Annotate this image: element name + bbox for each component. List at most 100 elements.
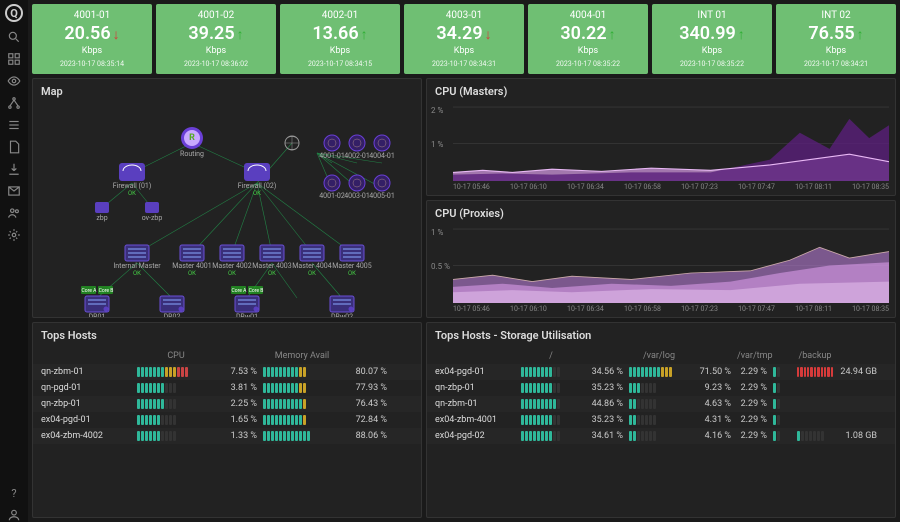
table-row[interactable]: ex04-zbm-4002 1.33 % 88.06 %	[33, 428, 421, 444]
map-body[interactable]: R Routing Firewall (01) OK Firewall (02)…	[33, 104, 421, 318]
node-db[interactable]: DB02OK	[160, 296, 184, 318]
card-unit: Kbps	[36, 46, 148, 56]
svg-text:Firewall (01): Firewall (01)	[113, 182, 152, 190]
search-icon[interactable]	[7, 30, 21, 44]
node-master[interactable]: Master 4005OK	[332, 245, 371, 277]
help-icon[interactable]: ?	[7, 486, 21, 500]
kpi-card[interactable]: 4001-01 20.56↓ Kbps 2023-10-17 08:35:14	[32, 4, 152, 74]
svg-text:Master 4005: Master 4005	[332, 262, 371, 270]
node-master[interactable]: Master 4003OK	[252, 245, 291, 277]
cpu-value: 1.65 %	[221, 415, 257, 425]
node-firewall-1[interactable]: Firewall (01) OK	[113, 163, 152, 197]
tmp-value: 2.29 %	[737, 415, 767, 425]
app-logo[interactable]: Q	[5, 4, 23, 22]
hostname: qn-zbp-01	[41, 399, 131, 409]
root-value: 35.23 %	[587, 383, 623, 393]
bar-gauge	[263, 383, 341, 393]
network-icon[interactable]	[7, 96, 21, 110]
doc-icon[interactable]	[7, 140, 21, 154]
eye-icon[interactable]	[7, 74, 21, 88]
node-zbp[interactable]: zbp	[95, 202, 109, 222]
cpu-proxies-chart[interactable]: 1 % 0.5 %	[427, 226, 895, 305]
node-circle[interactable]: 4001-02	[319, 175, 345, 200]
kpi-card[interactable]: 4004-01 30.22↑ Kbps 2023-10-17 08:35:22	[528, 4, 648, 74]
mem-value: 76.43 %	[347, 399, 387, 409]
kpi-card[interactable]: 4002-01 13.66↑ Kbps 2023-10-17 08:34:15	[280, 4, 400, 74]
svg-text:Internal Master: Internal Master	[113, 262, 161, 270]
table-row[interactable]: qn-zbm-01 44.86 % 4.63 % 2.29 %	[427, 396, 895, 412]
mail-icon[interactable]	[7, 184, 21, 198]
cpu-masters-chart[interactable]: 2 % 1 %	[427, 104, 895, 183]
svg-text:OK: OK	[188, 270, 196, 277]
node-master[interactable]: Master 4002OK	[212, 245, 251, 277]
xtick: 10-17 08:35	[852, 183, 889, 191]
node-circle[interactable]: 4001-01	[319, 135, 345, 160]
svg-text:Routing: Routing	[180, 150, 204, 158]
ytick: 0.5 %	[431, 262, 450, 271]
node-db[interactable]: DBw02OK	[330, 296, 354, 318]
svg-text:Master 4001: Master 4001	[172, 262, 211, 270]
node-circle[interactable]: 4005-01	[369, 175, 395, 200]
node-master[interactable]: Master 4001OK	[172, 245, 211, 277]
node-circle[interactable]: 4002-01	[344, 135, 370, 160]
kpi-card[interactable]: 4001-02 39.25↑ Kbps 2023-10-17 08:36:02	[156, 4, 276, 74]
table-row[interactable]: ex04-zbm-4001 35.23 % 4.31 % 2.29 %	[427, 412, 895, 428]
node-circle[interactable]: 4004-01	[369, 135, 395, 160]
download-icon[interactable]	[7, 162, 21, 176]
bar-gauge	[629, 399, 689, 409]
user-icon[interactable]	[7, 508, 21, 522]
cpu-masters-panel: CPU (Masters) 2 % 1 % 10-17 05:4610-17 0…	[426, 78, 896, 196]
bar-gauge	[137, 415, 215, 425]
svg-text:OK: OK	[133, 270, 141, 277]
kpi-card[interactable]: INT 01 340.99↑ Kbps 2023-10-17 08:35:22	[652, 4, 772, 74]
card-unit: Kbps	[408, 46, 520, 56]
svg-text:Core B: Core B	[99, 288, 114, 294]
node-db[interactable]: Core ACore BDBw01OK	[231, 286, 263, 318]
dashboard-icon[interactable]	[7, 52, 21, 66]
svg-text:ov-zbp: ov-zbp	[142, 214, 163, 222]
kpi-card[interactable]: INT 02 76.55↑ Kbps 2023-10-17 08:34:21	[776, 4, 896, 74]
node-master[interactable]: Master 4004OK	[292, 245, 331, 277]
arrow-down-icon: ↓	[113, 26, 120, 43]
node-ovzbp[interactable]: ov-zbp	[142, 202, 163, 222]
card-value: 39.25↑	[160, 23, 272, 44]
node-db[interactable]: Core ACore BDB01OK	[81, 286, 113, 318]
map-panel: Map	[32, 78, 422, 318]
card-unit: Kbps	[532, 46, 644, 56]
table-row[interactable]: qn-zbp-01 35.23 % 9.23 % 2.29 %	[427, 380, 895, 396]
bar-gauge	[521, 383, 581, 393]
table-row[interactable]: qn-pgd-01 3.81 % 77.93 %	[33, 380, 421, 396]
table-head: CPU Memory Avail	[33, 348, 421, 364]
node-master[interactable]: Internal MasterOK	[113, 245, 161, 277]
xtick: 10-17 06:58	[624, 305, 661, 313]
tmp-value: 2.29 %	[737, 399, 767, 409]
cpu-value: 7.53 %	[221, 367, 257, 377]
xtick: 10-17 07:47	[738, 183, 775, 191]
arrow-up-icon: ↑	[738, 26, 745, 43]
node-routing[interactable]: R Routing	[180, 127, 204, 158]
bar-gauge	[137, 367, 215, 377]
panel-title: Map	[33, 79, 421, 104]
node-circle[interactable]: 4003-01	[344, 175, 370, 200]
users-icon[interactable]	[7, 206, 21, 220]
hostname: ex04-zbm-4001	[435, 415, 515, 425]
xtick: 10-17 05:46	[453, 305, 490, 313]
tmp-value: 2.29 %	[737, 367, 767, 377]
table-row[interactable]: ex04-pgd-02 34.61 % 4.16 % 2.29 % 1.08 G…	[427, 428, 895, 444]
gear-icon[interactable]	[7, 228, 21, 242]
node-firewall-2[interactable]: Firewall (02) OK	[238, 163, 277, 197]
table-row[interactable]: ex04-pgd-01 34.56 % 71.50 % 2.29 % 24.94…	[427, 364, 895, 380]
log-value: 71.50 %	[695, 367, 731, 377]
card-title: 4001-01	[36, 10, 148, 21]
table-row[interactable]: qn-zbp-01 2.25 % 76.43 %	[33, 396, 421, 412]
kpi-card[interactable]: 4003-01 34.29↓ Kbps 2023-10-17 08:34:31	[404, 4, 524, 74]
node-globe[interactable]	[285, 136, 299, 150]
xtick: 10-17 07:23	[681, 183, 718, 191]
table-row[interactable]: ex04-pgd-01 1.65 % 72.84 %	[33, 412, 421, 428]
card-value: 76.55↑	[780, 23, 892, 44]
table-row[interactable]: qn-zbm-01 7.53 % 80.07 %	[33, 364, 421, 380]
list-icon[interactable]	[7, 118, 21, 132]
card-value: 13.66↑	[284, 23, 396, 44]
panel-title: CPU (Proxies)	[427, 201, 895, 226]
card-title: INT 02	[780, 10, 892, 21]
